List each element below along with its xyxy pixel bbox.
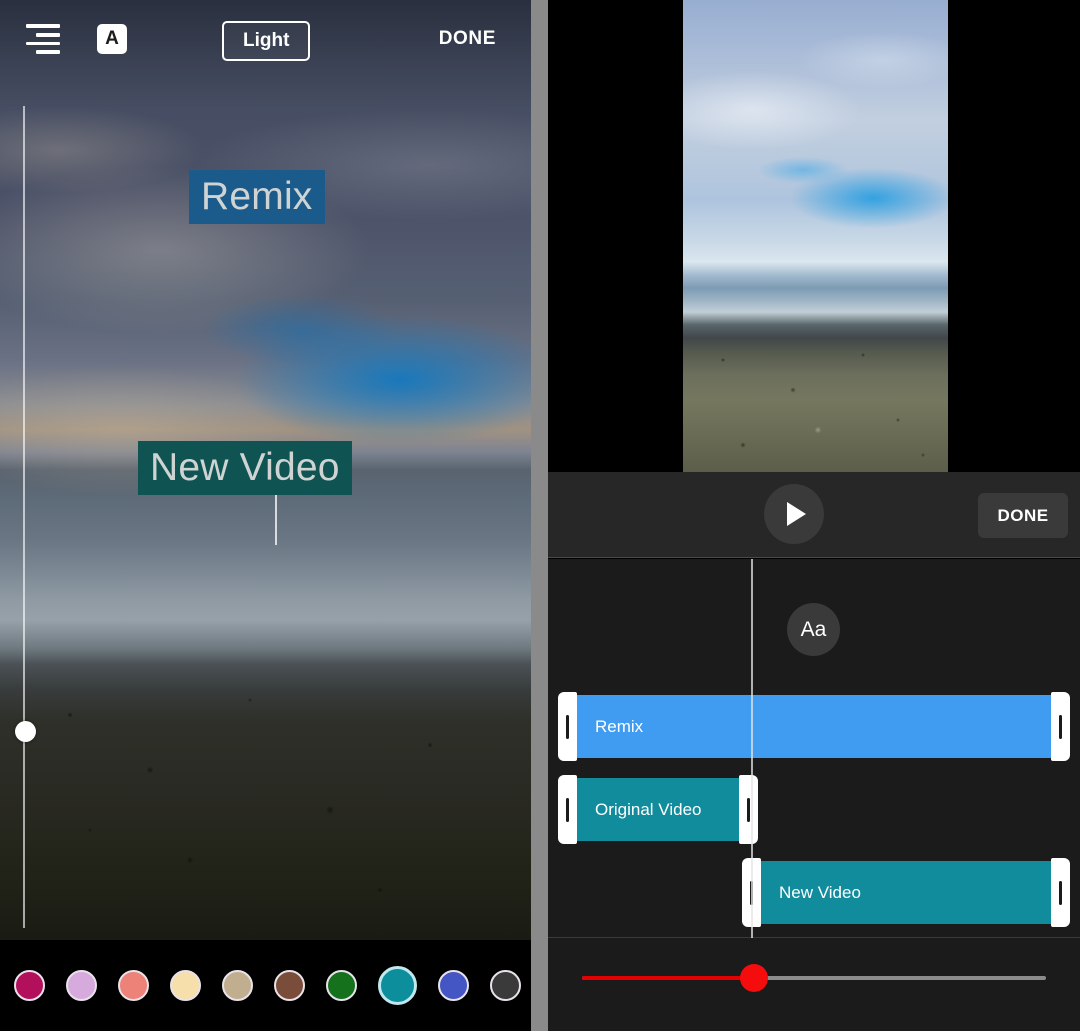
color-swatch-light-lilac[interactable] — [66, 970, 97, 1001]
color-swatch-forest-green[interactable] — [326, 970, 357, 1001]
clip-trim-handle-left[interactable] — [558, 692, 577, 761]
align-line — [26, 42, 60, 46]
align-line — [36, 50, 60, 54]
done-button-left[interactable]: DONE — [439, 28, 496, 50]
color-swatch-khaki[interactable] — [222, 970, 253, 1001]
app-root: A Light DONE Remix New Video Remix New V… — [0, 0, 1080, 1031]
timeline-zoom-slider[interactable] — [582, 964, 1046, 992]
handle-grip — [747, 798, 750, 822]
play-icon[interactable] — [764, 484, 824, 544]
timeline[interactable]: Aa Remix Original Video New Video — [548, 559, 1080, 938]
clip-trim-handle-right[interactable] — [1051, 858, 1070, 927]
handle-grip — [566, 798, 569, 822]
playhead[interactable] — [751, 559, 753, 938]
text-cursor — [275, 495, 277, 545]
clip-trim-handle-right[interactable] — [1051, 692, 1070, 761]
clip-label: New Video — [779, 861, 861, 924]
text-align-icon[interactable] — [24, 24, 60, 54]
timeline-editor-panel: Remix New Video DONE Aa Remix Original V… — [548, 0, 1080, 1031]
align-line — [36, 33, 60, 37]
handle-grip — [1059, 881, 1062, 905]
clip-label: Original Video — [595, 778, 701, 841]
sand-texture — [0, 660, 531, 940]
editor-toolbar: A Light DONE — [0, 0, 531, 78]
color-swatch-salmon[interactable] — [118, 970, 149, 1001]
canvas-text-remix[interactable]: Remix — [189, 170, 325, 224]
clip-label: Remix — [595, 695, 643, 758]
font-style-button[interactable]: A — [97, 24, 127, 54]
timeline-clip[interactable]: New Video — [751, 861, 1061, 924]
color-swatch-crimson[interactable] — [14, 970, 45, 1001]
color-swatch-cream[interactable] — [170, 970, 201, 1001]
color-swatch-brown[interactable] — [274, 970, 305, 1001]
text-editor-panel: A Light DONE Remix New Video — [0, 0, 531, 1031]
align-line — [26, 24, 60, 28]
color-swatch-teal[interactable] — [378, 966, 417, 1005]
transport-bar: DONE — [548, 472, 1080, 558]
panel-divider — [531, 0, 548, 1031]
play-triangle — [787, 502, 806, 526]
text-size-slider[interactable] — [16, 106, 32, 928]
slider-track — [23, 106, 25, 928]
color-swatch-indigo-blue[interactable] — [438, 970, 469, 1001]
slider-knob[interactable] — [740, 964, 768, 992]
light-style-button[interactable]: Light — [222, 21, 310, 61]
zoom-slider-area — [548, 938, 1080, 1031]
slider-fill — [582, 976, 754, 980]
handle-grip — [1059, 715, 1062, 739]
color-swatch-dark-gray[interactable] — [490, 970, 521, 1001]
handle-grip — [566, 715, 569, 739]
timeline-clip[interactable]: Remix — [567, 695, 1061, 758]
clip-trim-handle-right[interactable] — [739, 775, 758, 844]
text-tool-button[interactable]: Aa — [787, 603, 840, 656]
done-button-right[interactable]: DONE — [978, 493, 1068, 538]
preview-sand-texture — [683, 330, 948, 472]
video-preview-area: Remix New Video — [548, 0, 1080, 472]
video-preview[interactable] — [683, 0, 948, 472]
clip-trim-handle-left[interactable] — [558, 775, 577, 844]
slider-thumb[interactable] — [15, 721, 36, 742]
canvas-text-new-video[interactable]: New Video — [138, 441, 352, 495]
timeline-clip[interactable]: Original Video — [567, 778, 749, 841]
color-palette — [0, 940, 531, 1031]
